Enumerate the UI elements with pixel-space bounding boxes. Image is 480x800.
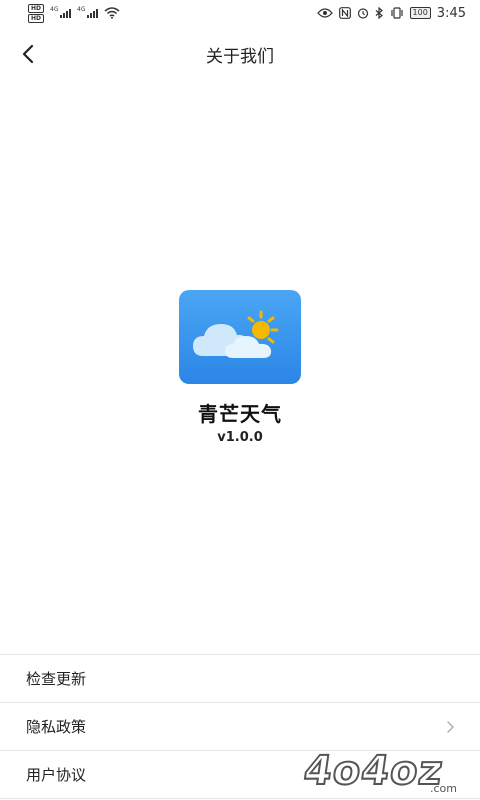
status-left: HD HD 4G 4G [28, 3, 120, 23]
menu-item-label: 隐私政策 [26, 718, 87, 736]
wifi-icon [104, 7, 120, 19]
hd-badge-1: HD [28, 3, 45, 13]
status-bar: HD HD 4G 4G 100 3:45 [0, 0, 480, 26]
menu-item-check-update[interactable]: 检查更新 [0, 655, 480, 703]
chevron-right-icon [447, 720, 454, 733]
alarm-icon [357, 8, 368, 19]
status-right: 100 3:45 [316, 5, 466, 21]
menu-item-label: 检查更新 [26, 670, 87, 688]
clock-time: 3:45 [436, 5, 466, 21]
watermark-logo: 4o4oz .com [302, 747, 457, 795]
signal-icon-1: 4G [50, 6, 72, 18]
app-version: v1.0.0 [217, 430, 263, 445]
app-name: 青芒天气 [198, 402, 282, 426]
bluetooth-icon [375, 7, 383, 19]
eye-icon [316, 8, 333, 18]
nfc-icon [338, 7, 351, 19]
page-title: 关于我们 [206, 47, 274, 67]
vibrate-icon [390, 7, 403, 19]
network-type-1: 4G [50, 6, 59, 13]
watermark-suffix: .com [430, 782, 457, 795]
battery-indicator: 100 [409, 7, 431, 19]
menu-item-label: 用户协议 [26, 766, 87, 784]
hd-badges: HD HD [28, 3, 45, 23]
app-logo [179, 290, 301, 384]
watermark-text: 4o4oz [302, 748, 446, 794]
weather-icon [193, 310, 279, 358]
network-type-2: 4G [77, 6, 86, 13]
header-bar: 关于我们 [0, 30, 480, 76]
signal-icon-2: 4G [77, 6, 99, 18]
hd-badge-2: HD [28, 13, 45, 23]
